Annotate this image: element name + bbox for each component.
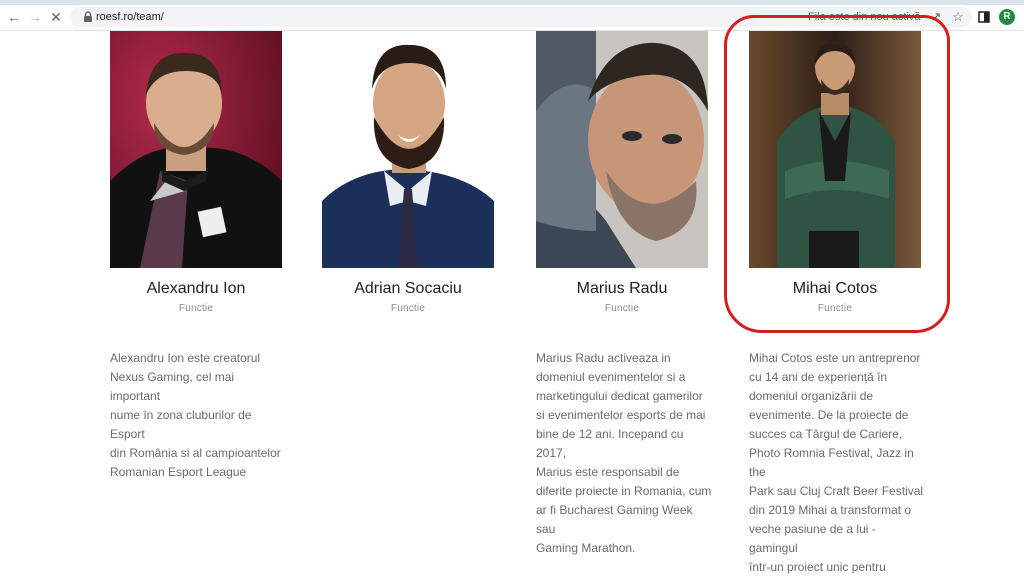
stop-loading-icon[interactable]: ✕ — [48, 9, 64, 25]
forward-icon[interactable]: → — [27, 9, 43, 25]
tab-strip — [0, 0, 1024, 5]
team-photo-adrian — [322, 31, 494, 268]
team-photo-alexandru — [110, 31, 282, 268]
sidebar-icon[interactable] — [975, 8, 993, 26]
team-name: Adrian Socaciu — [354, 280, 462, 297]
team-bio: Alexandru Ion este creatorul Nexus Gamin… — [110, 351, 281, 479]
highlight-annotation-circle — [724, 15, 950, 333]
profile-avatar[interactable]: R — [999, 9, 1015, 25]
star-icon[interactable]: ☆ — [949, 8, 967, 26]
team-name: Marius Radu — [576, 280, 668, 297]
back-icon[interactable]: ← — [6, 9, 22, 25]
team-bio: Mihai Cotos este un antreprenor cu 14 an… — [749, 351, 924, 574]
team-name: Alexandru Ion — [146, 280, 246, 297]
team-role: Functie — [604, 303, 640, 314]
team-role: Functie — [390, 303, 426, 314]
url-text[interactable]: roesf.ro/team/ — [96, 10, 164, 24]
team-role: Functie — [178, 303, 214, 314]
team-bio: Marius Radu activeaza in domeniul evenim… — [536, 351, 712, 555]
lock-icon[interactable] — [81, 10, 95, 24]
team-photo-marius — [536, 31, 708, 268]
